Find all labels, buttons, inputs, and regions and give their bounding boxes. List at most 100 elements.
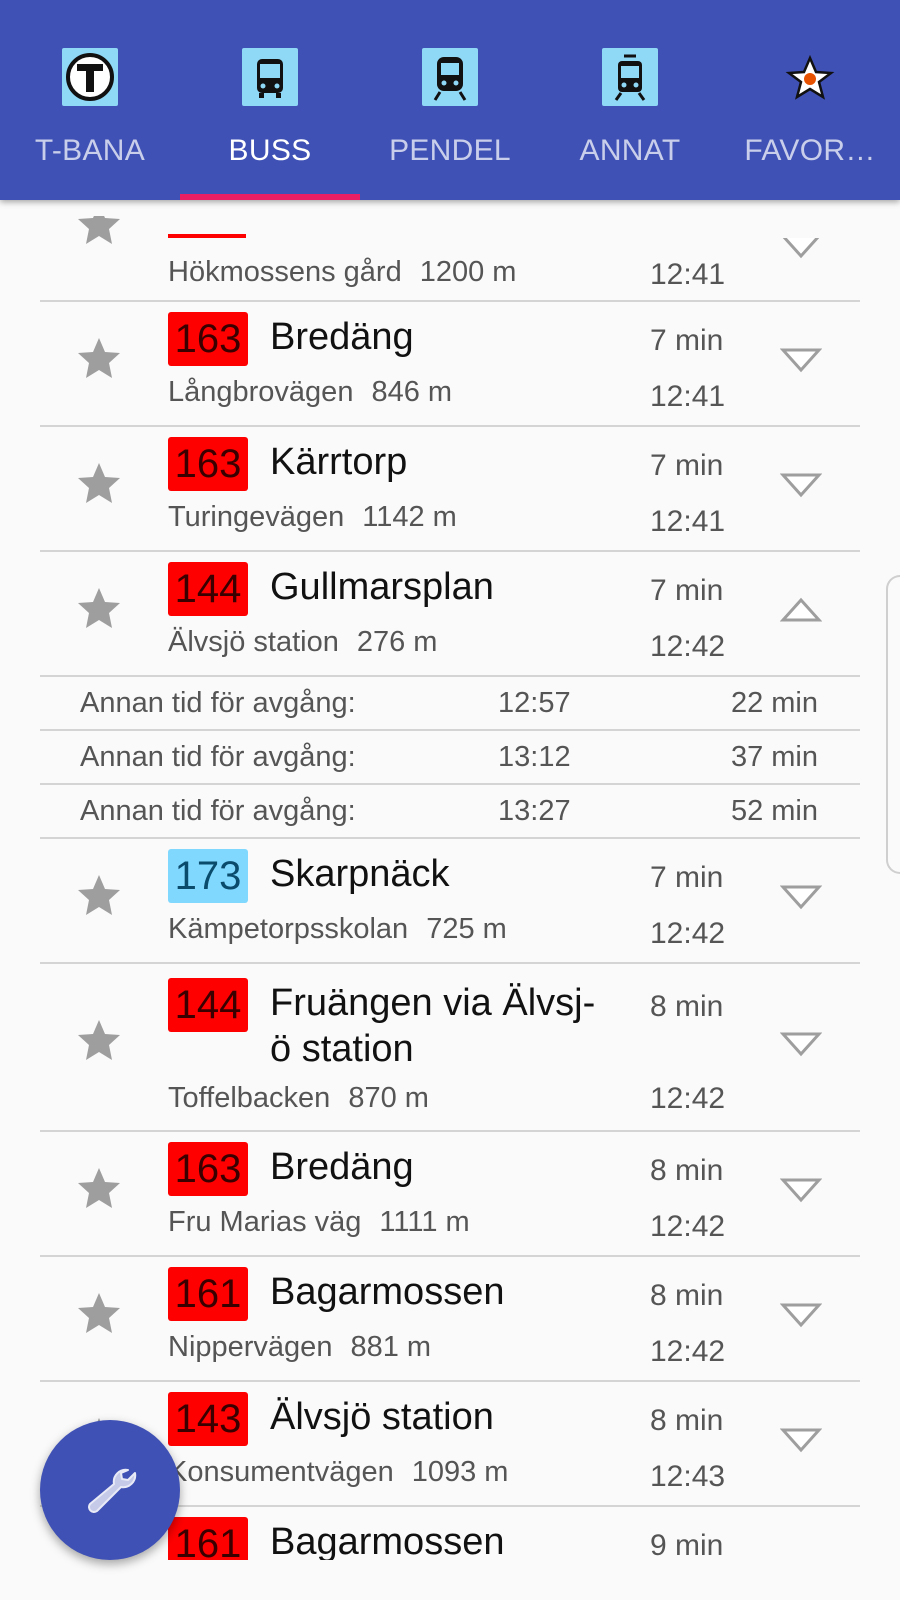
stop-name: Långbrovägen 846 m [168,376,453,408]
destination: Fruängen via Älvsj- ö station [270,980,620,1072]
line-badge: 144 [168,978,248,1032]
destination: Gullmarsplan [270,566,494,608]
tab-favoriter[interactable]: FAVOR… [720,0,900,200]
stop-name: Älvsjö station 276 m [168,626,438,658]
line-badge: 163 [168,437,248,491]
tab-t-bana[interactable]: T-BANA [0,0,180,200]
favorite-star-icon[interactable] [76,1291,122,1335]
list-item[interactable]: 163 Bredäng 8 min Fru Marias väg 1111 m 1… [0,1132,900,1257]
stop-distance: 1111 m [379,1206,470,1238]
list-item[interactable]: Hökmossens gård 1200 m 12:41 [0,200,900,302]
departure-list[interactable]: Hökmossens gård 1200 m 12:41 163 Bredäng … [0,200,900,1560]
other-departure-row: Annan tid för avgång: 13:12 37 min [0,731,900,785]
expand-chevron-icon[interactable] [780,883,822,911]
stop-distance: 881 m [350,1331,432,1363]
stop-distance: 846 m [371,376,453,408]
departure-time: 12:42 [650,630,726,663]
list-bottom-edge [0,1560,900,1600]
expand-chevron-icon[interactable] [780,238,822,260]
line-badge: 144 [168,562,248,616]
tab-pendel[interactable]: PENDEL [360,0,540,200]
destination: Älvsjö station [270,1396,494,1438]
destination-line: Fruängen via Älvsj- [270,982,596,1024]
expand-chevron-icon[interactable] [780,1426,822,1454]
bus-icon [242,48,298,106]
minutes-until: 7 min [650,574,724,607]
commuter-train-icon [422,48,478,106]
list-item[interactable]: 163 Bredäng 7 min Långbrovägen 846 m 12:4… [0,302,900,427]
departure-time: 12:42 [650,1210,726,1243]
departure-time: 12:41 [650,258,726,291]
other-departure-label: Annan tid för avgång: [80,741,356,773]
other-departure-minutes: 52 min [730,795,818,827]
wrench-icon [88,1468,137,1513]
line-badge: 143 [168,1392,248,1446]
minutes-until: 8 min [650,1279,724,1312]
minutes-until: 7 min [650,449,724,482]
selected-tab-indicator [180,194,360,200]
line-badge: 161 [168,1517,248,1560]
minutes-until: 8 min [650,1154,724,1187]
stop-name: Hökmossens gård 1200 m [168,256,517,288]
collapse-chevron-icon[interactable] [780,596,822,624]
line-badge: 173 [168,849,248,903]
favorite-star-icon[interactable] [76,1018,122,1062]
other-departure-time: 13:12 [498,741,571,773]
tab-label: FAVOR… [744,134,876,167]
expand-chevron-icon[interactable] [780,1301,822,1329]
list-item[interactable]: 173 Skarpnäck 7 min Kämpetorpsskolan 725 … [0,839,900,964]
stop-distance: 725 m [426,913,507,945]
stop-distance: 1200 m [419,256,517,288]
departure-time: 12:41 [650,505,726,538]
other-departure-minutes: 22 min [730,687,818,719]
minutes-until: 9 min [650,1529,724,1560]
departure-time: 12:42 [650,1082,726,1115]
destination: Kärrtorp [270,441,408,483]
departure-time: 12:42 [650,917,726,950]
list-item[interactable]: 163 Kärrtorp 7 min Turingevägen 1142 m 12… [0,427,900,552]
list-item[interactable]: 161 Bagarmossen 8 min Nippervägen 881 m 1… [0,1257,900,1382]
stop-distance: 1093 m [411,1456,509,1488]
other-departure-minutes: 37 min [730,741,818,773]
list-item[interactable]: 144 Fruängen via Älvsj- ö station 8 min … [0,964,900,1132]
other-departure-row: Annan tid för avgång: 13:27 52 min [0,785,900,839]
stop-name: Nippervägen 881 m [168,1331,432,1363]
stop-name: Kämpetorpsskolan 725 m [168,913,507,945]
favorite-star-icon[interactable] [76,1166,122,1210]
expand-chevron-icon[interactable] [780,346,822,374]
list-item[interactable]: 144 Gullmarsplan 7 min Älvsjö station 276… [0,552,900,677]
line-badge: 163 [168,1142,248,1196]
stop-distance: 276 m [356,626,438,658]
other-departure-label: Annan tid för avgång: [80,795,356,827]
expand-chevron-icon[interactable] [780,471,822,499]
tab-label: T-BANA [34,134,146,167]
settings-fab[interactable] [40,1420,180,1560]
favorite-star-icon[interactable] [76,461,122,505]
other-departure-label: Annan tid för avgång: [80,687,356,719]
favorite-star-icon[interactable] [76,586,122,630]
favorite-star-icon[interactable] [76,873,122,917]
destination: Bagarmossen [270,1521,505,1560]
departure-time: 12:41 [650,380,726,413]
tab-label: ANNAT [579,134,681,167]
stop-distance: 870 m [348,1082,429,1114]
stop-name: Turingevägen 1142 m [168,501,457,533]
expand-chevron-icon[interactable] [780,1176,822,1204]
line-badge: 161 [168,1267,248,1321]
metro-icon [62,48,118,106]
tab-label: PENDEL [389,134,511,167]
favorites-star-icon [782,48,838,106]
tab-label: BUSS [228,134,312,167]
expand-chevron-icon[interactable] [780,1030,822,1058]
transport-tab-bar: T-BANA BUSS PENDEL ANNAT FAVOR… [0,0,900,200]
minutes-until: 7 min [650,324,724,357]
minutes-until: 7 min [650,861,724,894]
scroll-indicator[interactable] [886,575,900,874]
line-badge [168,234,246,238]
tab-annat[interactable]: ANNAT [540,0,720,200]
stop-name: Toffelbacken 870 m [168,1082,429,1114]
favorite-star-icon[interactable] [76,336,122,380]
tab-buss[interactable]: BUSS [180,0,360,200]
favorite-star-icon[interactable] [76,216,122,246]
line-badge: 163 [168,312,248,366]
